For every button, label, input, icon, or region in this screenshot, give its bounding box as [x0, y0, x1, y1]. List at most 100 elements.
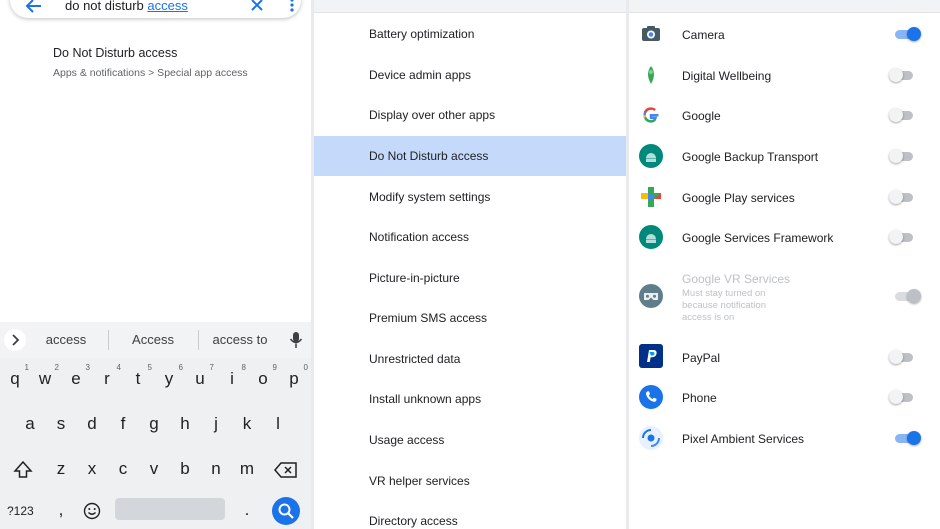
key-g[interactable]: g — [147, 414, 161, 434]
key-s[interactable]: s — [54, 414, 68, 434]
list-item-picture-in-picture[interactable]: Picture-in-picture — [314, 258, 626, 298]
key-x[interactable]: x — [85, 459, 99, 479]
key-i[interactable]: i8 — [225, 363, 246, 389]
google-play-services-toggle[interactable] — [889, 190, 915, 204]
keyboard-search-button[interactable] — [272, 497, 300, 525]
key-period[interactable]: . — [240, 500, 254, 520]
suggestion-divider — [108, 330, 109, 350]
chevron-right-icon — [12, 334, 20, 346]
expand-suggestions-button[interactable] — [4, 329, 26, 351]
key-t[interactable]: t5 — [131, 363, 152, 389]
key-e[interactable]: e3 — [69, 363, 90, 389]
phone-toggle[interactable] — [889, 390, 915, 404]
app-name: PayPal — [682, 351, 721, 365]
key-r[interactable]: r4 — [100, 363, 121, 389]
key-o[interactable]: o9 — [256, 363, 277, 389]
play-services-icon — [641, 187, 661, 207]
search-query-selected-word: access — [147, 0, 188, 13]
key-q[interactable]: q1 — [8, 363, 29, 389]
key-d[interactable]: d — [85, 414, 99, 434]
list-item-install-unknown-apps[interactable]: Install unknown apps — [314, 379, 626, 419]
vr-headset-icon — [639, 284, 663, 308]
app-row-pixel-ambient-services[interactable]: Pixel Ambient Services — [629, 420, 940, 460]
app-row-google-play-services[interactable]: Google Play services — [629, 177, 940, 217]
search-result-title: Do Not Disturb access — [53, 46, 178, 60]
google-services-framework-toggle[interactable] — [889, 230, 915, 244]
key-y[interactable]: y6 — [162, 363, 183, 389]
app-row-digital-wellbeing[interactable]: Digital Wellbeing — [629, 55, 940, 95]
list-item-modify-system-settings[interactable]: Modify system settings — [314, 177, 626, 217]
app-name: Google VR Services — [682, 272, 791, 286]
key-l[interactable]: l — [271, 414, 285, 434]
list-item-battery-optimization[interactable]: Battery optimization — [314, 14, 626, 54]
app-row-camera[interactable]: Camera — [629, 14, 940, 54]
suggestion-strip: access Access access to — [0, 322, 311, 358]
app-row-paypal[interactable]: PayPal — [629, 339, 940, 379]
key-v[interactable]: v — [147, 459, 161, 479]
suggestion-3[interactable]: access to — [205, 332, 275, 347]
suggestion-2[interactable]: Access — [120, 332, 186, 347]
list-item-usage-access[interactable]: Usage access — [314, 420, 626, 460]
app-name: Google Play services — [682, 191, 795, 205]
microphone-icon[interactable] — [288, 331, 304, 349]
list-item-premium-sms-access[interactable]: Premium SMS access — [314, 298, 626, 338]
key-h[interactable]: h — [178, 414, 192, 434]
search-result-item[interactable]: Do Not Disturb access Apps & notificatio… — [53, 46, 248, 79]
key-w[interactable]: w2 — [38, 363, 59, 389]
paypal-toggle[interactable] — [889, 350, 915, 364]
disabled-note-line: Must stay turned on — [682, 288, 766, 299]
special-app-access-panel: Battery optimization Device admin apps D… — [314, 0, 626, 529]
key-a[interactable]: a — [23, 414, 37, 434]
back-arrow-icon[interactable] — [24, 0, 44, 16]
app-row-google[interactable]: Google — [629, 95, 940, 135]
key-b[interactable]: b — [178, 459, 192, 479]
settings-search-bar[interactable]: do not disturb access — [10, 0, 301, 18]
suggestion-1[interactable]: access — [36, 332, 96, 347]
phone-icon — [639, 385, 663, 409]
shift-icon[interactable] — [13, 460, 33, 480]
search-input[interactable]: do not disturb access — [65, 0, 188, 13]
search-panel: do not disturb access Do Not Disturb acc… — [0, 0, 311, 529]
key-u[interactable]: u7 — [193, 363, 214, 389]
camera-toggle[interactable] — [895, 27, 921, 41]
app-name: Camera — [682, 28, 725, 42]
key-z[interactable]: z — [54, 459, 68, 479]
android-icon — [639, 225, 663, 249]
app-row-phone[interactable]: Phone — [629, 379, 940, 419]
key-m[interactable]: m — [238, 459, 256, 479]
key-k[interactable]: k — [240, 414, 254, 434]
app-bar — [629, 0, 940, 13]
emoji-icon[interactable] — [83, 502, 101, 520]
key-j[interactable]: j — [209, 414, 223, 434]
list-item-device-admin-apps[interactable]: Device admin apps — [314, 55, 626, 95]
google-backup-transport-toggle[interactable] — [889, 149, 915, 163]
key-f[interactable]: f — [116, 414, 130, 434]
app-row-google-services-framework[interactable]: Google Services Framework — [629, 217, 940, 257]
app-name: Google Backup Transport — [682, 150, 819, 164]
list-item-do-not-disturb-access[interactable]: Do Not Disturb access — [314, 136, 626, 176]
key-n[interactable]: n — [208, 459, 224, 479]
key-c[interactable]: c — [116, 459, 130, 479]
list-item-vr-helper-services[interactable]: VR helper services — [314, 461, 626, 501]
list-item-notification-access[interactable]: Notification access — [314, 217, 626, 257]
backspace-icon[interactable] — [274, 461, 298, 479]
list-item-display-over-other-apps[interactable]: Display over other apps — [314, 95, 626, 135]
disabled-note-line: because notification — [682, 300, 766, 311]
app-row-google-vr-services: Google VR Services Must stay turned on b… — [629, 258, 940, 338]
app-row-google-backup-transport[interactable]: Google Backup Transport — [629, 136, 940, 176]
clear-icon[interactable] — [248, 0, 266, 14]
pixel-ambient-services-toggle[interactable] — [895, 431, 921, 445]
digital-wellbeing-toggle[interactable] — [889, 68, 915, 82]
paypal-icon — [639, 344, 663, 368]
key-comma[interactable]: , — [54, 500, 68, 520]
key-p[interactable]: p0 — [287, 363, 308, 389]
disabled-note-line: access is on — [682, 312, 735, 323]
dnd-access-panel: Camera Digital Wellbeing Google Google B… — [629, 0, 940, 529]
google-toggle[interactable] — [889, 108, 915, 122]
list-item-unrestricted-data[interactable]: Unrestricted data — [314, 339, 626, 379]
camera-icon — [642, 26, 660, 41]
space-bar[interactable] — [115, 498, 225, 520]
list-item-directory-access[interactable]: Directory access — [314, 501, 626, 529]
symbols-key[interactable]: ?123 — [7, 504, 34, 518]
more-vert-icon[interactable] — [286, 0, 298, 14]
